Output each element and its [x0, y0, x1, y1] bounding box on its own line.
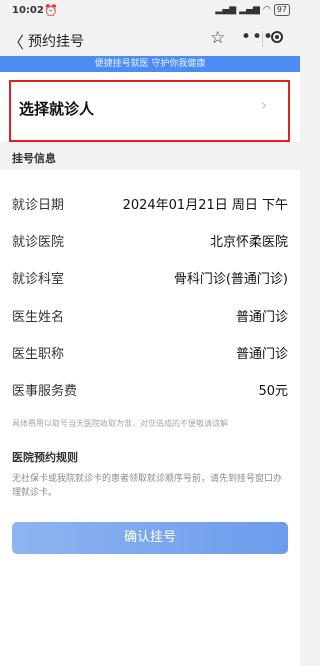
- registration-section-title: 挂号信息: [12, 152, 56, 165]
- status-indicators: ▂▄▆ ▂▄▆ ◠ 97: [215, 4, 290, 16]
- info-value: 50元: [258, 384, 288, 399]
- registration-info-card: 就诊日期 2024年01月21日 周日 下午 就诊医院 北京怀柔医院 就诊科室 …: [0, 170, 300, 440]
- chevron-right-icon: ›: [261, 96, 267, 114]
- info-value: 骨科门诊(普通门诊): [173, 272, 288, 287]
- status-time: 10:02: [12, 5, 44, 16]
- select-patient-card[interactable]: 选择就诊人 ›: [0, 72, 300, 142]
- info-key: 就诊科室: [12, 272, 65, 287]
- star-icon[interactable]: ☆: [210, 28, 225, 48]
- info-key: 医事服务费: [12, 384, 78, 399]
- signal-icon-2: ▂▄▆: [239, 5, 260, 15]
- more-dots-icon[interactable]: •••: [241, 27, 274, 47]
- info-value: 普通门诊: [235, 310, 288, 325]
- info-row-doctor-name: 医生姓名 普通门诊: [0, 306, 300, 326]
- record-icon[interactable]: [271, 31, 283, 43]
- info-row-hospital: 就诊医院 北京怀柔医院: [0, 231, 300, 251]
- alarm-clock-icon: ⏰: [44, 4, 58, 17]
- rules-title: 医院预约规则: [12, 451, 78, 464]
- rules-card: 医院预约规则 无社保卡或我院就诊卡的患者领取就诊顺序号前，请先到挂号窗口办理就诊…: [0, 440, 300, 666]
- info-value: 普通门诊: [235, 347, 288, 362]
- confirm-registration-button[interactable]: 确认挂号: [12, 522, 288, 554]
- info-key: 就诊日期: [12, 198, 65, 213]
- info-key: 就诊医院: [12, 235, 65, 250]
- nav-bar: 〈 预约挂号 ☆ •••: [0, 22, 300, 56]
- info-key: 医生职称: [12, 347, 65, 362]
- info-row-doctor-title: 医生职称 普通门诊: [0, 343, 300, 363]
- info-key: 医生姓名: [12, 310, 65, 325]
- info-row-service-fee: 医事服务费 50元: [0, 380, 300, 400]
- page-title: 预约挂号: [28, 34, 84, 50]
- slogan-banner: 便捷挂号就医 守护你我健康: [0, 56, 300, 72]
- info-row-department: 就诊科室 骨科门诊(普通门诊): [0, 268, 300, 288]
- status-bar: 10:02 ⏰ ▂▄▆ ▂▄▆ ◠ 97: [0, 0, 300, 22]
- select-patient-label: 选择就诊人: [19, 100, 95, 118]
- info-row-date: 就诊日期 2024年01月21日 周日 下午: [0, 194, 300, 214]
- nav-divider: [262, 31, 263, 47]
- wifi-icon: ◠: [262, 5, 271, 15]
- fee-note: 具体费用以取号当天医院收取为准，对您造成的不便敬请谅解: [12, 419, 228, 428]
- signal-icon: ▂▄▆: [215, 5, 237, 15]
- info-value: 2024年01月21日 周日 下午: [122, 198, 288, 213]
- battery-icon: 97: [273, 4, 290, 16]
- rules-text: 无社保卡或我院就诊卡的患者领取就诊顺序号前，请先到挂号窗口办理就诊卡。: [12, 474, 283, 498]
- info-value: 北京怀柔医院: [209, 235, 288, 250]
- back-arrow-icon[interactable]: 〈: [8, 29, 24, 53]
